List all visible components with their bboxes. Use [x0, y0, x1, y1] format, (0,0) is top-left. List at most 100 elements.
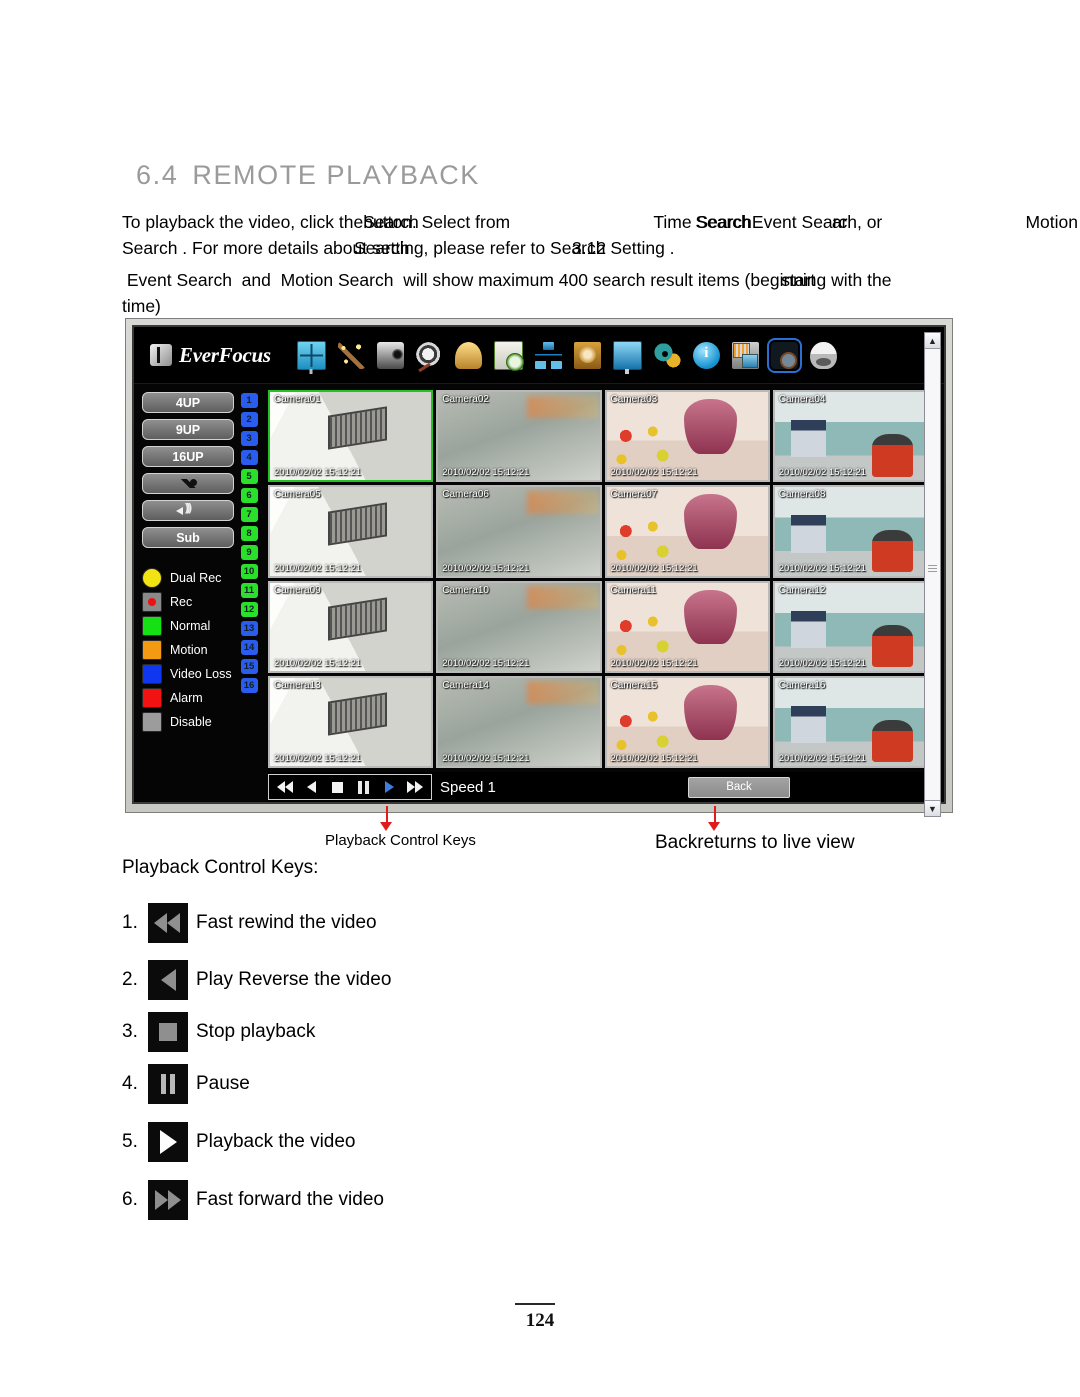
channel-button-1[interactable]: 1: [240, 393, 258, 408]
legend-label: Video Loss: [170, 667, 232, 681]
sub-stream-button[interactable]: Sub: [142, 527, 234, 548]
pause-button[interactable]: [351, 777, 375, 797]
layout-9up-button[interactable]: 9UP: [142, 419, 234, 440]
camera-title: Camera14: [442, 679, 489, 691]
camera-tile[interactable]: Camera11 2010/02/02 15:12:21: [604, 580, 770, 673]
para2-line2: time): [122, 296, 161, 316]
schedule-clock-icon[interactable]: [493, 340, 524, 371]
para2-line1: Event Search and Motion Search will show…: [122, 268, 892, 293]
speaker-button[interactable]: [142, 500, 234, 521]
film-reel-icon[interactable]: [415, 341, 443, 369]
section-number: 6.4: [136, 160, 179, 190]
stop-icon: [331, 781, 343, 793]
camera-tile[interactable]: Camera13 2010/02/02 15:12:21: [268, 675, 434, 768]
key-item-number: 5.: [122, 1131, 138, 1152]
camera-tile[interactable]: Camera09 2010/02/02 15:12:21: [268, 580, 434, 673]
pause-icon: [357, 780, 369, 794]
fast-rewind-button[interactable]: [273, 777, 297, 797]
channel-button-12[interactable]: 12: [240, 602, 258, 617]
scroll-up-arrow-icon[interactable]: ▲: [925, 333, 940, 349]
channel-button-14[interactable]: 14: [240, 640, 258, 655]
vertical-scrollbar[interactable]: ▲ ▼: [924, 332, 941, 817]
camera-tile[interactable]: Camera07 2010/02/02 15:12:21: [604, 485, 770, 578]
network-icon[interactable]: [534, 341, 562, 369]
callout-back-button: Backreturns to live view: [655, 832, 855, 854]
layout-4up-button[interactable]: 4UP: [142, 392, 234, 413]
camera-timestamp: 2010/02/02 15:12:21: [610, 657, 698, 669]
channel-button-8[interactable]: 8: [240, 526, 258, 541]
legend-swatch-icon: [142, 664, 162, 684]
channel-button-16[interactable]: 16: [240, 678, 258, 693]
camera-timestamp: 2010/02/02 15:12:21: [442, 753, 530, 764]
status-legend: Dual Rec Rec Normal Motion Video Loss Alarm Di…: [142, 566, 234, 734]
camera-title: Camera13: [274, 679, 321, 691]
camera-tile[interactable]: Camera10 2010/02/02 15:12:21: [436, 580, 602, 673]
channel-button-11[interactable]: 11: [240, 583, 258, 598]
camera-grid: Camera01 2010/02/02 15:12:21 Camera02 2010/…: [268, 390, 938, 768]
legend-row: Dual Rec: [142, 566, 234, 590]
camera-timestamp: 2010/02/02 15:12:21: [610, 562, 698, 574]
camera-tile[interactable]: Camera15 2010/02/02 15:12:21: [604, 675, 770, 768]
camera-tile[interactable]: Camera04 2010/02/02 15:12:21: [772, 390, 938, 483]
dvr-body: 4UP 9UP 16UP Sub Dual Rec Rec Normal Motion Vid…: [134, 384, 944, 802]
camera-timestamp: 2010/02/02 15:12:21: [610, 467, 698, 479]
camera-title: Camera10: [442, 584, 489, 596]
channel-button-3[interactable]: 3: [240, 431, 258, 446]
playback-control-bar: Speed 1 Back: [268, 772, 938, 802]
camera-tile[interactable]: Camera12 2010/02/02 15:12:21: [772, 580, 938, 673]
key-item-number: 6.: [122, 1189, 138, 1210]
scrollbar-grip[interactable]: [928, 565, 937, 573]
disk-icon[interactable]: [573, 341, 601, 369]
display-icon[interactable]: [296, 340, 326, 370]
layout-16up-button[interactable]: 16UP: [142, 446, 234, 467]
camera-tile[interactable]: Camera03 2010/02/02 15:12:21: [604, 390, 770, 483]
scroll-down-arrow-icon[interactable]: ▼: [925, 800, 940, 816]
dome-camera-icon[interactable]: [809, 341, 837, 369]
channel-button-4[interactable]: 4: [240, 450, 258, 465]
camera-tile[interactable]: Camera16 2010/02/02 15:12:21: [772, 675, 938, 768]
overlap-search-1: button. Select from Search: [363, 212, 511, 232]
search-icon[interactable]: [766, 337, 802, 373]
backup-icon[interactable]: [731, 341, 759, 369]
overlap-beginning-start: will show maximum 400 search result item…: [403, 270, 892, 290]
intro-paragraph: To playback the video, click thebutton. …: [122, 210, 1078, 261]
section-title: REMOTE PLAYBACK: [192, 160, 480, 190]
play-button[interactable]: [377, 777, 401, 797]
play-reverse-button[interactable]: [299, 777, 323, 797]
callout-back-rest: returns to live view: [697, 832, 855, 853]
scrollbar-track[interactable]: [925, 349, 940, 800]
sidebar-button-label: 16UP: [172, 449, 204, 464]
channel-button-10[interactable]: 10: [240, 564, 258, 579]
information-icon[interactable]: [692, 341, 720, 369]
camera-tile[interactable]: Camera14 2010/02/02 15:12:21: [436, 675, 602, 768]
camera-timestamp: 2010/02/02 15:12:21: [442, 467, 530, 479]
channel-button-13[interactable]: 13: [240, 621, 258, 636]
settings-gears-icon[interactable]: [653, 341, 681, 369]
alarm-bell-icon[interactable]: [454, 341, 482, 369]
stop-button[interactable]: [325, 777, 349, 797]
wizard-wand-icon[interactable]: [337, 341, 365, 369]
channel-button-5[interactable]: 5: [240, 469, 258, 484]
camera-tile[interactable]: Camera08 2010/02/02 15:12:21: [772, 485, 938, 578]
channel-button-6[interactable]: 6: [240, 488, 258, 503]
page-title: 6.4 REMOTE PLAYBACK: [136, 160, 480, 191]
camera-tile[interactable]: Camera01 2010/02/02 15:12:21: [268, 390, 434, 483]
camera-icon[interactable]: [376, 341, 404, 369]
overlap-refer-ref: setting, please refer to 3.12: [372, 238, 607, 258]
channel-button-9[interactable]: 9: [240, 545, 258, 560]
camera-tile[interactable]: Camera06 2010/02/02 15:12:21: [436, 485, 602, 578]
camera-tile[interactable]: Camera02 2010/02/02 15:12:21: [436, 390, 602, 483]
toolbar-icon-row: [296, 337, 837, 373]
key-item-number: 1.: [122, 912, 138, 933]
speaker-icon: [176, 502, 200, 517]
channel-button-7[interactable]: 7: [240, 507, 258, 522]
camera-tile[interactable]: Camera05 2010/02/02 15:12:21: [268, 485, 434, 578]
document-page: 6.4 REMOTE PLAYBACK To playback the video…: [0, 0, 1080, 1397]
fast-forward-button[interactable]: [403, 777, 427, 797]
channel-button-2[interactable]: 2: [240, 412, 258, 427]
fast-forward-icon: [148, 1180, 188, 1220]
microphone-button[interactable]: [142, 473, 234, 494]
back-button[interactable]: Back: [688, 776, 790, 798]
channel-button-15[interactable]: 15: [240, 659, 258, 674]
monitor-icon[interactable]: [612, 340, 642, 370]
